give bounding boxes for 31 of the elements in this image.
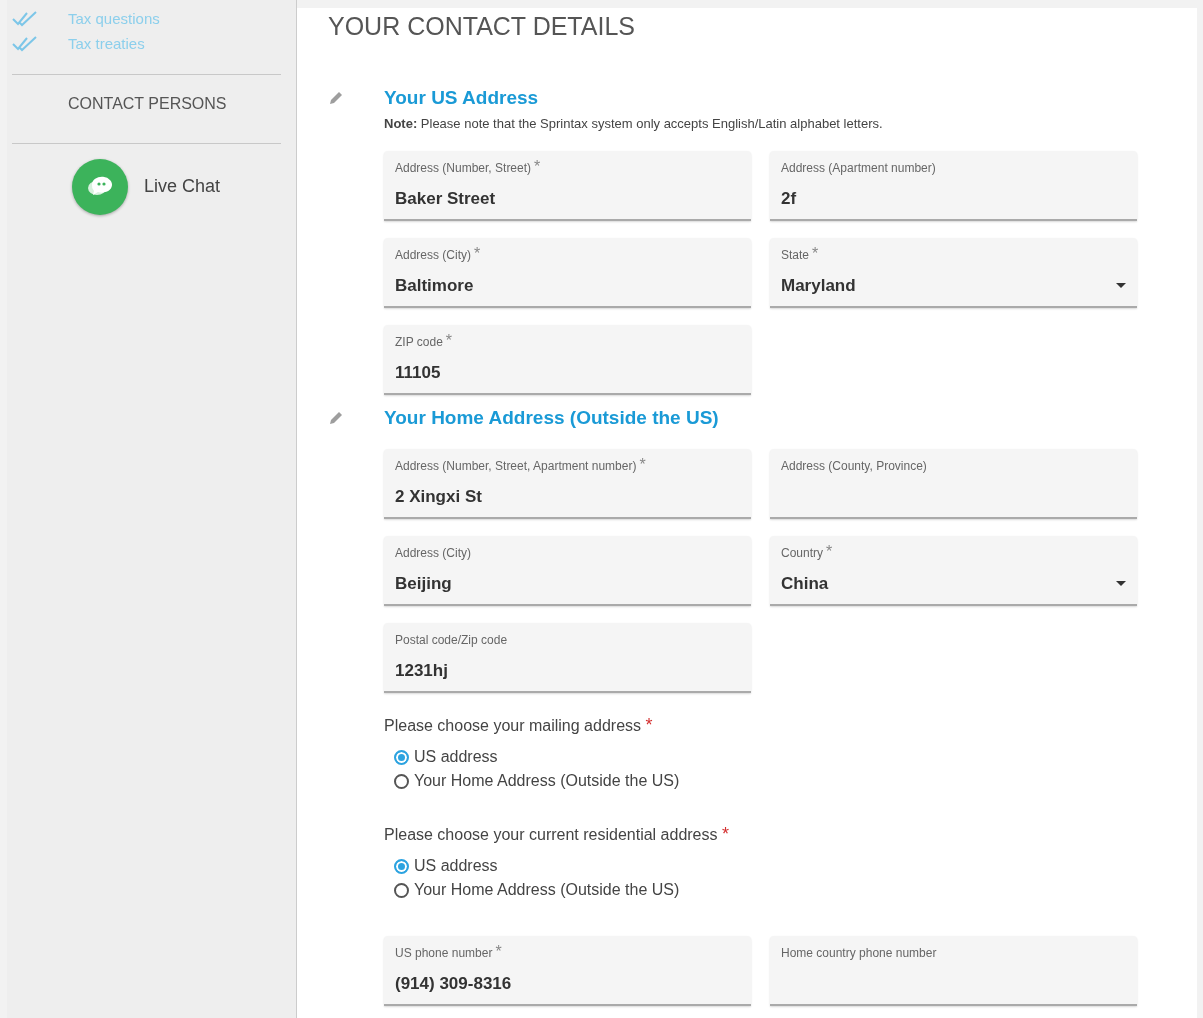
- section-title: Your Home Address (Outside the US): [384, 407, 719, 429]
- input-field[interactable]: Address (County, Province): [770, 449, 1137, 519]
- double-check-icon: [12, 10, 38, 27]
- input-field[interactable]: ZIP code * 11105: [384, 325, 751, 395]
- input-field[interactable]: Home country phone number: [770, 936, 1137, 1006]
- radio-option[interactable]: US address: [394, 857, 1197, 875]
- radio-option[interactable]: Your Home Address (Outside the US): [394, 881, 1197, 899]
- radio-option[interactable]: US address: [394, 748, 1197, 766]
- input-field[interactable]: Postal code/Zip code 1231hj: [384, 623, 751, 693]
- double-check-icon: [12, 35, 38, 52]
- page-title: YOUR CONTACT DETAILS: [328, 12, 636, 41]
- select-field[interactable]: Country * China: [770, 536, 1137, 606]
- pencil-icon: [328, 90, 344, 106]
- question-label: Please choose your current residential address *: [384, 824, 730, 845]
- input-field[interactable]: US phone number * (914) 309-8316: [384, 936, 751, 1006]
- sidebar-heading: CONTACT PERSONS: [67, 94, 228, 114]
- caret-icon: [1116, 283, 1126, 289]
- live-chat-link[interactable]: Live Chat: [12, 144, 281, 215]
- input-field[interactable]: Address (City) * Baltimore: [384, 238, 751, 308]
- input-field[interactable]: Address (Apartment number) 2f: [770, 151, 1137, 221]
- radio-option[interactable]: Your Home Address (Outside the US): [394, 772, 1197, 790]
- input-field[interactable]: Address (Number, Street) * Baker Street: [384, 151, 751, 221]
- question-label: Please choose your mailing address *: [384, 715, 654, 736]
- input-field[interactable]: Address (Number, Street, Apartment number) * 2 Xingxi St: [384, 449, 751, 519]
- chat-bubble-icon: [72, 159, 128, 215]
- select-field[interactable]: State * Maryland: [770, 238, 1137, 308]
- caret-icon: [1116, 581, 1126, 587]
- input-field[interactable]: Address (City) Beijing: [384, 536, 751, 606]
- note-text: Note: Please note that the Sprintax system only accepts English/Latin alphabet letters.: [384, 116, 884, 131]
- section-title: Your US Address: [384, 87, 539, 109]
- pencil-icon: [328, 410, 344, 426]
